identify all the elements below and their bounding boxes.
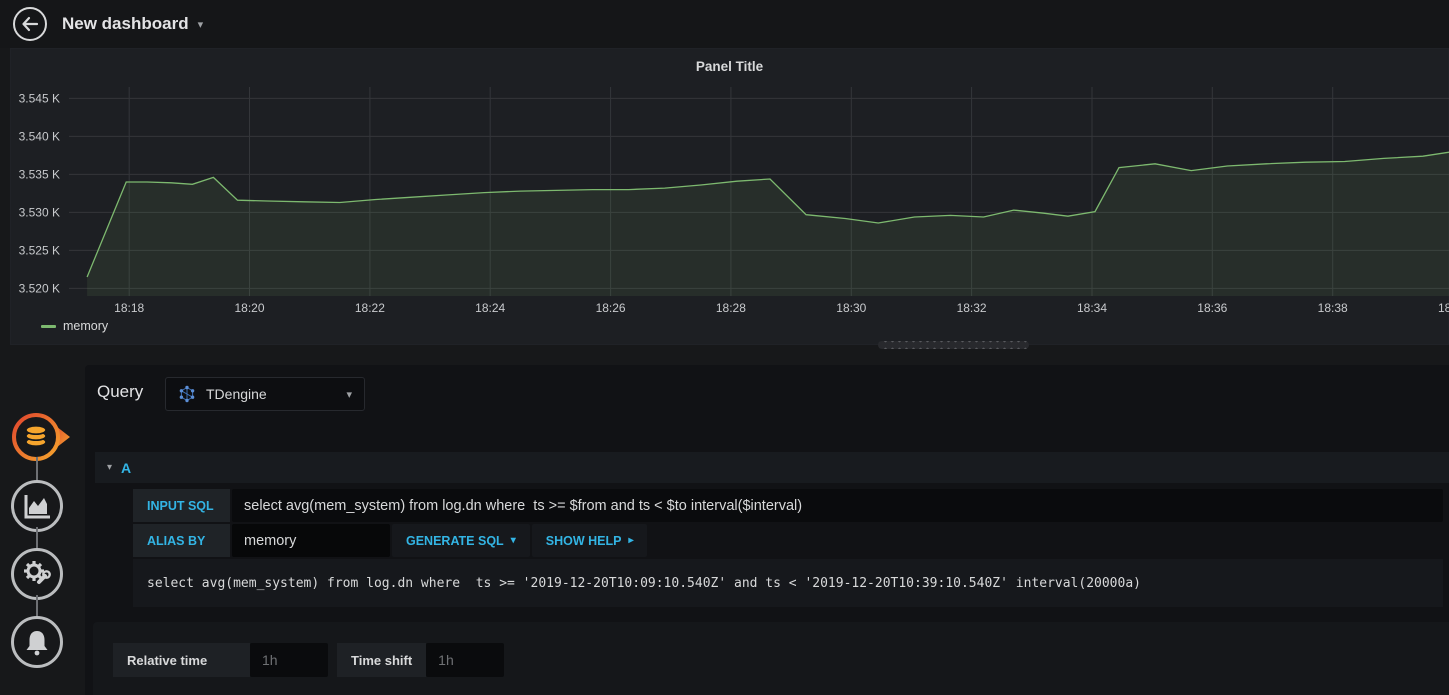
- caret-right-icon: ▸: [628, 535, 634, 546]
- dashboard-title: New dashboard: [62, 14, 189, 33]
- tab-connector: [36, 595, 38, 618]
- query-row-header[interactable]: ▾ A: [95, 452, 1449, 483]
- generate-sql-button[interactable]: GENERATE SQL ▾: [392, 524, 530, 557]
- svg-text:18:40: 18:40: [1438, 301, 1449, 315]
- svg-text:18:30: 18:30: [836, 301, 866, 315]
- svg-text:3.525 K: 3.525 K: [19, 243, 60, 257]
- top-navbar: New dashboard ▾: [0, 0, 1449, 48]
- caret-down-icon: ▾: [510, 535, 516, 546]
- tdengine-icon: [179, 385, 195, 403]
- database-icon: [12, 413, 70, 461]
- svg-text:18:22: 18:22: [355, 301, 385, 315]
- input-sql-label: INPUT SQL: [133, 489, 230, 522]
- gear-wrench-icon: [24, 561, 51, 584]
- svg-text:18:34: 18:34: [1077, 301, 1107, 315]
- alias-by-row: ALIAS BY GENERATE SQL ▾ SHOW HELP ▸: [133, 524, 1443, 557]
- legend-label: memory: [63, 319, 109, 333]
- collapse-caret-icon[interactable]: ▾: [107, 462, 112, 473]
- caret-down-icon: ▾: [346, 388, 352, 401]
- tab-general-settings[interactable]: [11, 548, 63, 600]
- tab-visualization[interactable]: [11, 480, 63, 532]
- arrow-left-icon: [22, 16, 39, 32]
- query-options-section: Relative time Time shift: [93, 622, 1449, 695]
- svg-text:18:26: 18:26: [596, 301, 626, 315]
- time-shift-field[interactable]: [426, 643, 505, 677]
- panel-resize-handle[interactable]: [878, 341, 1029, 349]
- svg-text:3.520 K: 3.520 K: [19, 281, 60, 295]
- input-sql-row: INPUT SQL: [133, 489, 1443, 522]
- datasource-select[interactable]: TDengine ▾: [165, 377, 365, 411]
- chart-icon: [24, 495, 50, 519]
- legend-color-dash: [41, 324, 56, 328]
- generated-sql-text: select avg(mem_system) from log.dn where…: [147, 575, 1141, 591]
- time-shift-group: Time shift: [337, 643, 505, 677]
- svg-text:3.545 K: 3.545 K: [19, 91, 60, 105]
- alias-by-label: ALIAS BY: [133, 524, 230, 557]
- svg-text:18:18: 18:18: [114, 301, 144, 315]
- tab-alert[interactable]: [11, 616, 63, 668]
- svg-text:18:24: 18:24: [475, 301, 505, 315]
- bell-icon: [26, 631, 48, 656]
- query-ref-letter: A: [121, 459, 132, 476]
- dashboard-title-dropdown[interactable]: New dashboard ▾: [62, 0, 203, 48]
- back-button[interactable]: [13, 7, 47, 41]
- time-shift-label: Time shift: [337, 643, 427, 677]
- legend-item-memory[interactable]: memory: [41, 319, 108, 333]
- relative-time-label: Relative time: [113, 643, 250, 677]
- caret-down-icon: ▾: [197, 18, 204, 31]
- svg-text:18:38: 18:38: [1318, 301, 1348, 315]
- svg-text:18:32: 18:32: [957, 301, 987, 315]
- input-sql-field[interactable]: [232, 489, 1443, 522]
- svg-text:18:20: 18:20: [234, 301, 264, 315]
- svg-text:3.530 K: 3.530 K: [19, 205, 60, 219]
- chart-panel: Panel Title 3.520 K 3.525 K 3.530 K 3.535 K…: [10, 48, 1449, 345]
- svg-text:18:36: 18:36: [1197, 301, 1227, 315]
- generated-sql-row: select avg(mem_system) from log.dn where…: [133, 559, 1443, 607]
- svg-text:3.535 K: 3.535 K: [19, 167, 60, 181]
- query-section-label: Query: [97, 382, 144, 401]
- tab-queries-active[interactable]: [6, 407, 72, 467]
- relative-time-group: Relative time: [113, 643, 328, 677]
- show-help-label: SHOW HELP: [545, 533, 622, 548]
- svg-text:3.540 K: 3.540 K: [19, 129, 60, 143]
- show-help-button[interactable]: SHOW HELP ▸: [531, 524, 648, 557]
- query-editor-panel: Query TDengine ▾ ▾ A INPUT SQL ALIAS BY: [85, 365, 1449, 695]
- svg-text:18:28: 18:28: [716, 301, 746, 315]
- datasource-name: TDengine: [206, 386, 267, 402]
- alias-by-field[interactable]: [232, 524, 390, 557]
- time-series-chart[interactable]: 3.520 K 3.525 K 3.530 K 3.535 K 3.540 K 3.545…: [11, 49, 1449, 317]
- generate-sql-label: GENERATE SQL: [406, 533, 504, 548]
- relative-time-field[interactable]: [250, 643, 328, 677]
